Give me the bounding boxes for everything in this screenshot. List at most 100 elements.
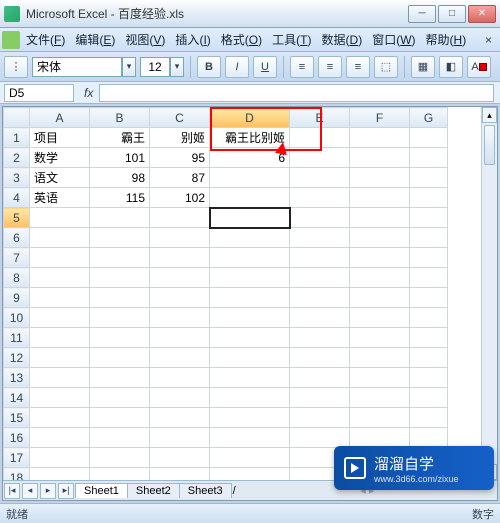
tab-nav-first-icon[interactable]: |◂ <box>4 483 20 499</box>
row-header-9[interactable]: 9 <box>4 288 30 308</box>
font-name-combo[interactable]: ▾ <box>32 57 136 77</box>
align-right-button[interactable]: ≡ <box>346 56 370 78</box>
cell-B9[interactable] <box>90 288 150 308</box>
cell-A8[interactable] <box>30 268 90 288</box>
cell-B13[interactable] <box>90 368 150 388</box>
cell-D9[interactable] <box>210 288 290 308</box>
select-all-corner[interactable] <box>4 108 30 128</box>
menu-file[interactable]: 文件(F) <box>22 29 69 50</box>
row-header-16[interactable]: 16 <box>4 428 30 448</box>
col-header-F[interactable]: F <box>350 108 410 128</box>
bold-button[interactable]: B <box>197 56 221 78</box>
cell-G4[interactable] <box>410 188 448 208</box>
merge-button[interactable]: ⬚ <box>374 56 398 78</box>
cell-G6[interactable] <box>410 228 448 248</box>
toolbar-handle-icon[interactable]: ⋮ <box>4 56 28 78</box>
cell-G9[interactable] <box>410 288 448 308</box>
cell-B11[interactable] <box>90 328 150 348</box>
cell-A11[interactable] <box>30 328 90 348</box>
formula-input[interactable] <box>99 84 494 102</box>
font-size-combo[interactable]: ▾ <box>140 57 184 77</box>
vertical-scrollbar[interactable]: ▴ ▾ <box>481 107 497 480</box>
cell-D15[interactable] <box>210 408 290 428</box>
row-header-8[interactable]: 8 <box>4 268 30 288</box>
border-button[interactable]: ▦ <box>411 56 435 78</box>
cell-G1[interactable] <box>410 128 448 148</box>
cell-G7[interactable] <box>410 248 448 268</box>
cell-G13[interactable] <box>410 368 448 388</box>
cell-E4[interactable] <box>290 188 350 208</box>
menu-tools[interactable]: 工具(T) <box>268 29 315 50</box>
cell-E7[interactable] <box>290 248 350 268</box>
maximize-button[interactable]: □ <box>438 5 466 23</box>
cell-F6[interactable] <box>350 228 410 248</box>
cell-G8[interactable] <box>410 268 448 288</box>
cell-D7[interactable] <box>210 248 290 268</box>
scroll-thumb[interactable] <box>484 125 495 165</box>
cell-B5[interactable] <box>90 208 150 228</box>
cell-A14[interactable] <box>30 388 90 408</box>
cell-C6[interactable] <box>150 228 210 248</box>
col-header-A[interactable]: A <box>30 108 90 128</box>
cell-E14[interactable] <box>290 388 350 408</box>
cell-D2[interactable]: 6 <box>210 148 290 168</box>
cell-B4[interactable]: 115 <box>90 188 150 208</box>
cell-E3[interactable] <box>290 168 350 188</box>
cell-F12[interactable] <box>350 348 410 368</box>
cell-B2[interactable]: 101 <box>90 148 150 168</box>
fill-color-button[interactable]: ◧ <box>439 56 463 78</box>
cell-F13[interactable] <box>350 368 410 388</box>
cell-C16[interactable] <box>150 428 210 448</box>
cell-A12[interactable] <box>30 348 90 368</box>
col-header-E[interactable]: E <box>290 108 350 128</box>
cell-D6[interactable] <box>210 228 290 248</box>
row-header-4[interactable]: 4 <box>4 188 30 208</box>
cell-F3[interactable] <box>350 168 410 188</box>
cell-B16[interactable] <box>90 428 150 448</box>
cell-E6[interactable] <box>290 228 350 248</box>
menu-help[interactable]: 帮助(H) <box>422 29 471 50</box>
cell-F9[interactable] <box>350 288 410 308</box>
cell-B15[interactable] <box>90 408 150 428</box>
cell-C1[interactable]: 别姬 <box>150 128 210 148</box>
doc-close-button[interactable]: × <box>479 33 498 47</box>
cell-E5[interactable] <box>290 208 350 228</box>
cell-C2[interactable]: 95 <box>150 148 210 168</box>
minimize-button[interactable]: ─ <box>408 5 436 23</box>
align-left-button[interactable]: ≡ <box>290 56 314 78</box>
row-header-1[interactable]: 1 <box>4 128 30 148</box>
cell-D4[interactable] <box>210 188 290 208</box>
cell-F8[interactable] <box>350 268 410 288</box>
cell-A4[interactable]: 英语 <box>30 188 90 208</box>
italic-button[interactable]: I <box>225 56 249 78</box>
cell-C11[interactable] <box>150 328 210 348</box>
cell-F5[interactable] <box>350 208 410 228</box>
cell-B14[interactable] <box>90 388 150 408</box>
menu-window[interactable]: 窗口(W) <box>368 29 419 50</box>
cell-C8[interactable] <box>150 268 210 288</box>
cell-A5[interactable] <box>30 208 90 228</box>
cell-B1[interactable]: 霸王 <box>90 128 150 148</box>
cell-A6[interactable] <box>30 228 90 248</box>
font-size-input[interactable] <box>140 57 170 77</box>
menu-edit[interactable]: 编辑(E) <box>71 29 119 50</box>
cell-A3[interactable]: 语文 <box>30 168 90 188</box>
cell-G16[interactable] <box>410 428 448 448</box>
sheet-tab-3[interactable]: Sheet3 <box>179 483 232 498</box>
menu-data[interactable]: 数据(D) <box>318 29 367 50</box>
menu-insert[interactable]: 插入(I) <box>171 29 214 50</box>
cell-F15[interactable] <box>350 408 410 428</box>
cell-A13[interactable] <box>30 368 90 388</box>
row-header-7[interactable]: 7 <box>4 248 30 268</box>
underline-button[interactable]: U <box>253 56 277 78</box>
row-header-6[interactable]: 6 <box>4 228 30 248</box>
name-box[interactable]: D5 <box>4 84 74 102</box>
cell-E11[interactable] <box>290 328 350 348</box>
cell-E1[interactable] <box>290 128 350 148</box>
cell-D12[interactable] <box>210 348 290 368</box>
cell-G14[interactable] <box>410 388 448 408</box>
cell-D1[interactable]: 霸王比别姬 <box>210 128 290 148</box>
cell-D5[interactable] <box>210 208 290 228</box>
cell-E10[interactable] <box>290 308 350 328</box>
cell-D10[interactable] <box>210 308 290 328</box>
